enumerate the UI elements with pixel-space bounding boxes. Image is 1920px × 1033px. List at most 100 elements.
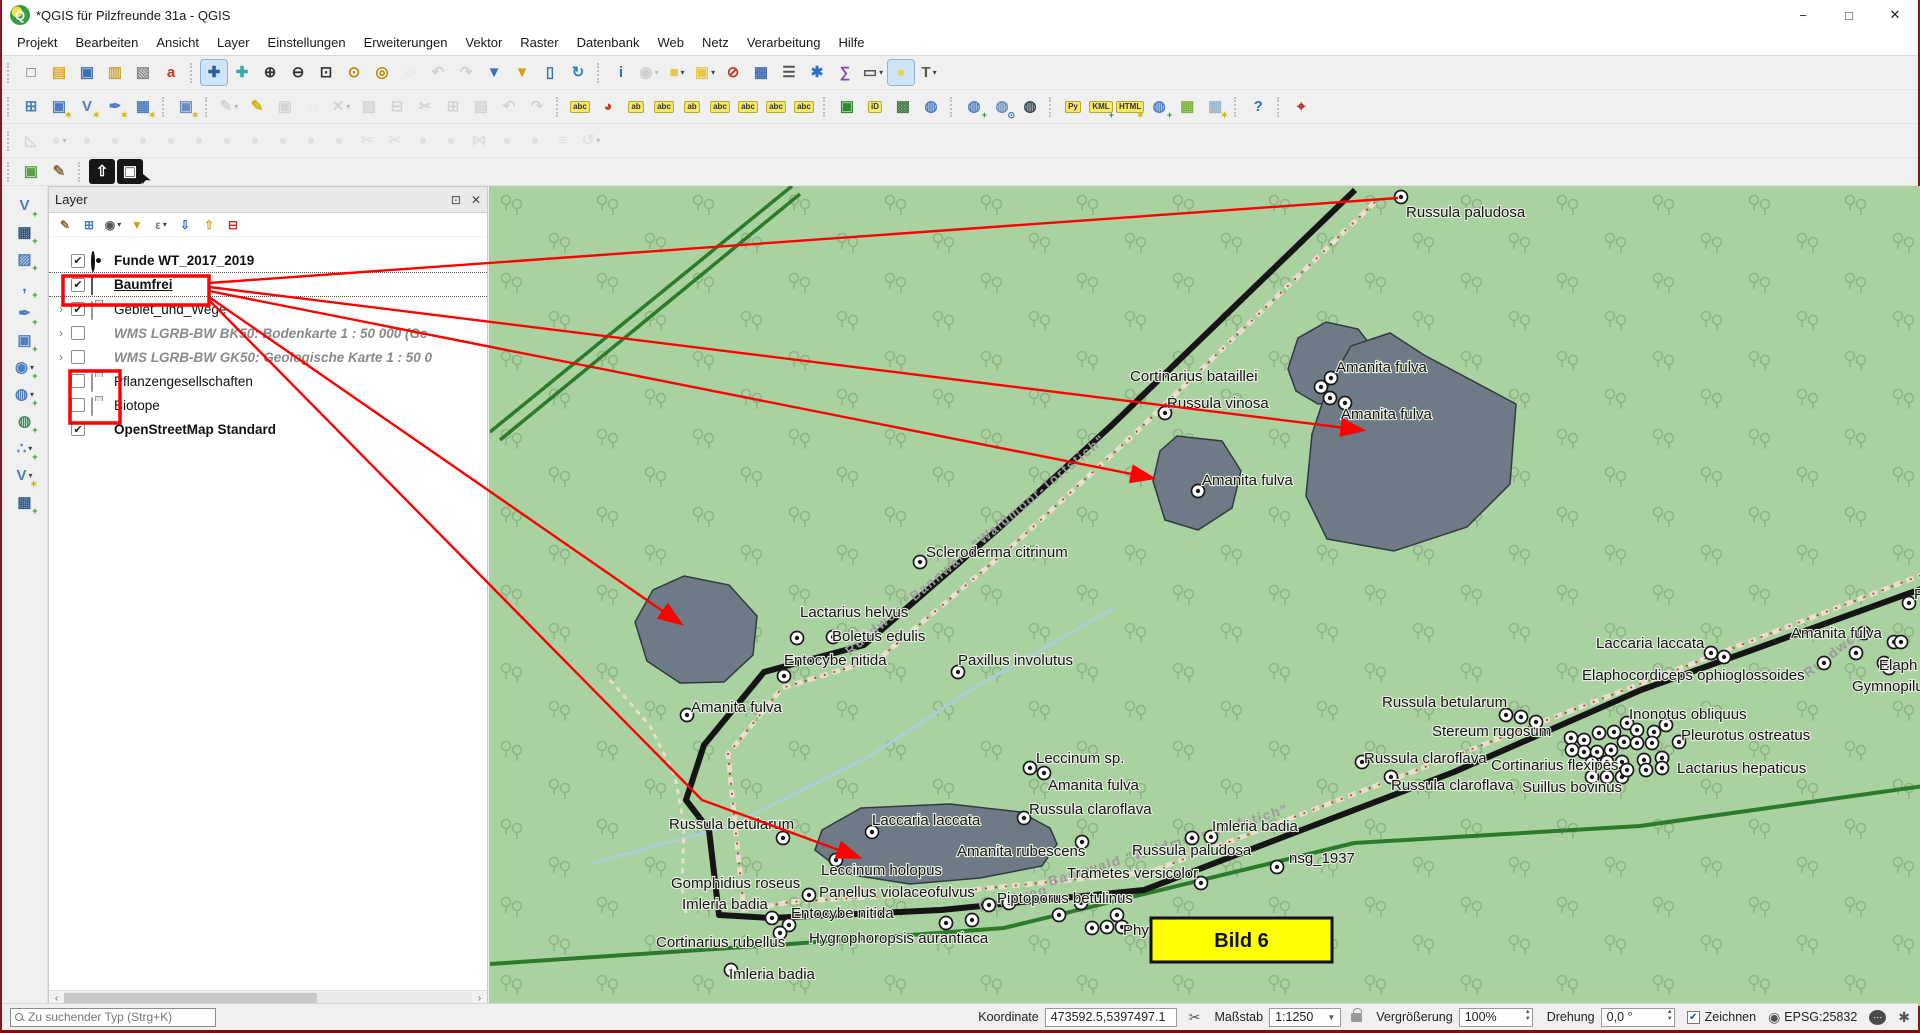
zoom-to-layer-button[interactable]: ⊙ [341, 60, 367, 85]
style-manager-button[interactable]: a [158, 60, 184, 85]
crs-globe-icon[interactable]: ◉ [1768, 1009, 1780, 1026]
open-attribute-table-button[interactable]: ▦ [748, 60, 774, 85]
new-spatial-bookmark-button[interactable]: ▼ [481, 60, 507, 85]
move-label-button[interactable]: ab [679, 94, 705, 119]
add-virtual-layer-button[interactable]: V✶▾ [12, 463, 38, 488]
html-image-map-button[interactable]: HTML✶ [1116, 94, 1144, 119]
layer-row-wms-lgrb-bw-gk50-geologische-k[interactable]: ›WMS LGRB-BW GK50: Geologische Karte 1 :… [49, 345, 487, 369]
rotation-spinbox[interactable]: 0,0 °▲▼ [1601, 1008, 1675, 1027]
close-button[interactable]: ✕ [1872, 0, 1918, 30]
add-wms-wmts-layer-button[interactable]: ◍+▾ [12, 382, 38, 407]
show-spatial-bookmarks-button[interactable]: ▼ [509, 60, 535, 85]
menu-hilfe[interactable]: Hilfe [829, 32, 873, 53]
center-crosshair-button[interactable]: ⌖ [1288, 94, 1314, 119]
expand-all-button[interactable]: ⇩ [174, 215, 196, 235]
scale-combo[interactable]: 1:1250▼ [1269, 1008, 1341, 1027]
grid-plugin-button[interactable]: ▦✶ [1202, 94, 1228, 119]
new-virtual-layer-button[interactable]: ▣✶ [173, 94, 199, 119]
filter-by-expression-button[interactable]: ε▾ [150, 215, 172, 235]
help-contents-button[interactable]: ? [1245, 94, 1271, 119]
menu-erweiterungen[interactable]: Erweiterungen [355, 32, 457, 53]
layer-checkbox[interactable] [71, 398, 85, 412]
zoom-full-extent-button[interactable]: ⊡ [313, 60, 339, 85]
python-console-button[interactable]: Py [1060, 94, 1086, 119]
field-calculator-button[interactable]: ☰ [776, 60, 802, 85]
layer-checkbox[interactable] [71, 374, 85, 388]
menu-projekt[interactable]: Projekt [8, 32, 66, 53]
locator-search[interactable] [10, 1008, 216, 1027]
map-sketch-tool-button[interactable]: ✎ [46, 159, 72, 184]
lock-icon[interactable] [1351, 1013, 1362, 1022]
change-label-properties-button[interactable]: abc [791, 94, 817, 119]
menu-raster[interactable]: Raster [511, 32, 567, 53]
osm-download-plugin-button[interactable]: ▣ [834, 94, 860, 119]
db-manager-button[interactable]: ◍ [918, 94, 944, 119]
layer-checkbox[interactable]: ✔ [71, 278, 85, 292]
show-hide-labels-button[interactable]: abc [707, 94, 733, 119]
scrollbar-thumb[interactable] [64, 993, 317, 1004]
identify-features-button[interactable]: i [608, 60, 634, 85]
refresh-map-button[interactable]: ↻ [565, 60, 591, 85]
rotate-label-button[interactable]: abc [763, 94, 789, 119]
zoom-out-button[interactable]: ⊖ [285, 60, 311, 85]
menu-bearbeiten[interactable]: Bearbeiten [66, 32, 147, 53]
crs-value[interactable]: EPSG:25832 [1784, 1010, 1857, 1024]
select-features-by-value-button[interactable]: ▣▾ [692, 60, 718, 85]
add-group-button[interactable]: ⊞ [78, 215, 100, 235]
expander-icon[interactable]: › [59, 326, 71, 340]
layer-row-wms-lgrb-bw-bk50-bodenkarte-1-[interactable]: ›WMS LGRB-BW BK50: Bodenkarte 1 : 50 000… [49, 321, 487, 345]
layer-checkbox[interactable] [71, 350, 85, 364]
search-layers-button[interactable]: ◍⊙ [989, 94, 1015, 119]
layer-row-baumfrei[interactable]: ✔Baumfrei [49, 273, 487, 297]
import-photos-button[interactable]: ⇧ [89, 159, 115, 184]
data-source-manager-button[interactable]: ⊞ [18, 94, 44, 119]
move-label-diagram-button[interactable]: abc [735, 94, 761, 119]
map-tips-button[interactable]: ● [888, 60, 914, 85]
layer-checkbox[interactable]: ✔ [71, 422, 85, 436]
collapse-all-button[interactable]: ⇧ [198, 215, 220, 235]
extents-toggle-icon[interactable]: ✂ [1189, 1009, 1201, 1026]
menu-netz[interactable]: Netz [693, 32, 738, 53]
layer-diagram-options-button[interactable]: ◕ [595, 94, 621, 119]
magnifier-spinbox[interactable]: 100%▲▼ [1459, 1008, 1533, 1027]
locator-input[interactable] [28, 1010, 211, 1024]
expander-icon[interactable]: › [59, 302, 71, 316]
add-table-button[interactable]: ▦+ [12, 490, 38, 515]
map-theme-tool-button[interactable]: ▣ [18, 159, 44, 184]
metasearch-button[interactable]: ◍+ [961, 94, 987, 119]
render-checkbox[interactable]: ✔ [1687, 1011, 1700, 1024]
save-project-button[interactable]: ▣ [74, 60, 100, 85]
layer-row-biotope[interactable]: Biotope [49, 393, 487, 417]
add-wfs-layer-button[interactable]: ◍+ [12, 409, 38, 434]
menu-layer[interactable]: Layer [208, 32, 259, 53]
processing-toolbox-button[interactable]: ✱ [804, 60, 830, 85]
minimize-button[interactable]: − [1780, 0, 1826, 30]
messages-icon[interactable]: ⋯ [1869, 1010, 1886, 1025]
layer-row-gebiet-und-wege[interactable]: ›✔Gebiet_und_Wege [49, 297, 487, 321]
maximize-button[interactable]: □ [1826, 0, 1872, 30]
open-project-button[interactable]: ▤ [46, 60, 72, 85]
open-layer-styling-button[interactable]: ✎ [54, 215, 76, 235]
pin-unpin-labels-button[interactable]: ab [623, 94, 649, 119]
new-geopackage-layer-button[interactable]: ▣✶ [46, 94, 72, 119]
add-delimited-text-layer-button[interactable]: ,+ [12, 274, 38, 299]
menu-verarbeitung[interactable]: Verarbeitung [738, 32, 830, 53]
filter-legend-button[interactable]: ▼ [126, 215, 148, 235]
menu-einstellungen[interactable]: Einstellungen [259, 32, 355, 53]
raster-image-plugin-button[interactable]: ▩ [890, 94, 916, 119]
menu-vektor[interactable]: Vektor [456, 32, 511, 53]
menu-web[interactable]: Web [648, 32, 693, 53]
add-raster-layer-button[interactable]: ▦+ [12, 220, 38, 245]
measure-line-button[interactable]: ▭▾ [860, 60, 886, 85]
zoom-to-selection-button[interactable]: ◎ [369, 60, 395, 85]
layer-checkbox[interactable]: ✔ [71, 302, 85, 316]
print-layout-button[interactable]: ▥ [102, 60, 128, 85]
tasks-icon[interactable]: ✱ [1898, 1009, 1910, 1026]
new-shapefile-layer-button[interactable]: V✶ [74, 94, 100, 119]
scroll-right-icon[interactable]: › [472, 993, 487, 1004]
new-spatialite-layer-button[interactable]: ✒✶ [102, 94, 128, 119]
show-bookmark-manager-button[interactable]: ▯ [537, 60, 563, 85]
text-annotation-button[interactable]: T▾ [916, 60, 942, 85]
add-spatialite-layer-button[interactable]: ✒+ [12, 301, 38, 326]
remove-layer-button[interactable]: ⊟ [222, 215, 244, 235]
